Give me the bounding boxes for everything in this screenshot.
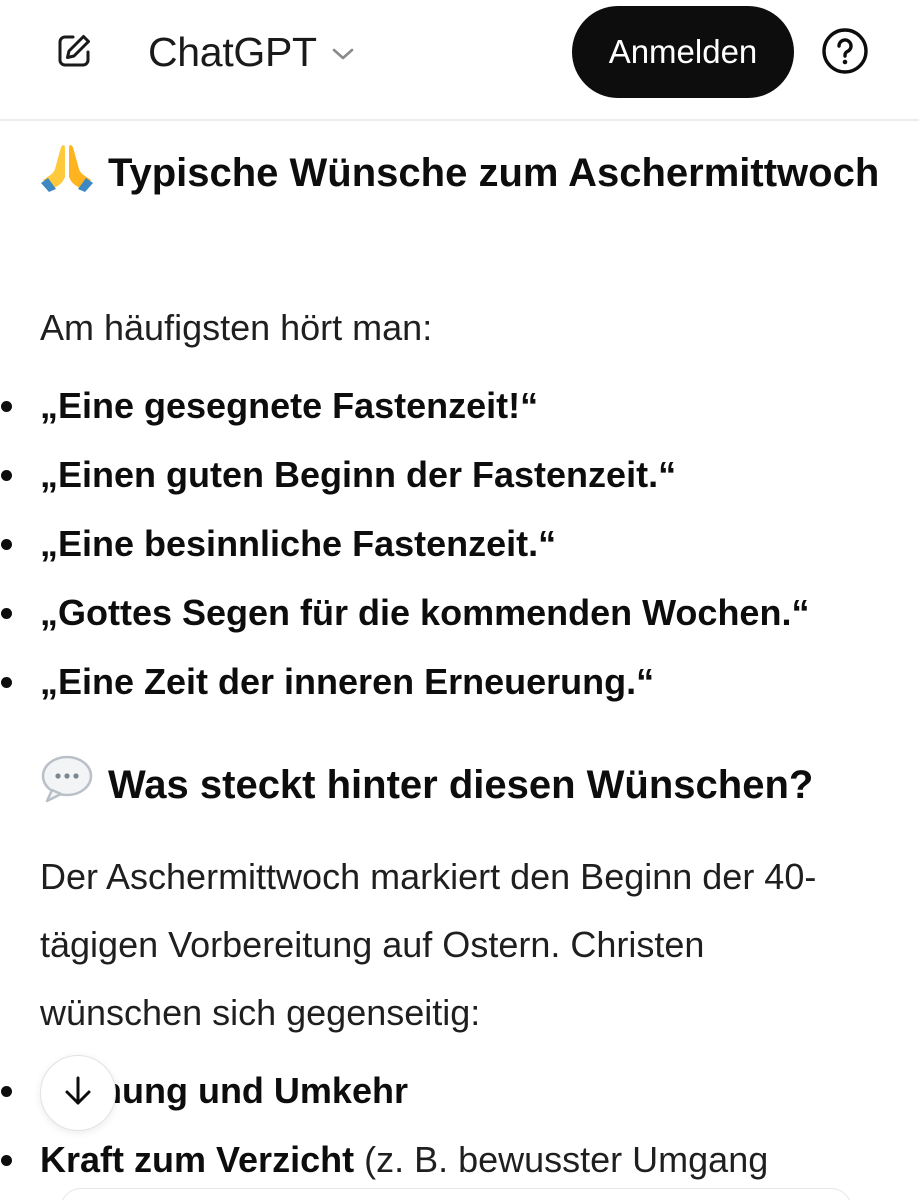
bullet: [1, 1155, 12, 1166]
list-item: „Einen guten Beginn der Fastenzeit.“: [0, 440, 809, 509]
wish-text: „Gottes Segen für die kommenden Wochen.“: [40, 592, 810, 633]
list-item: Kraft zum Verzicht (z. B. bewusster Umga…: [0, 1125, 768, 1194]
bullet: [1, 470, 12, 481]
praying-hands-icon: [40, 142, 94, 213]
composer-edge[interactable]: [60, 1188, 852, 1200]
list-item: „Eine besinnliche Fastenzeit.“: [0, 509, 809, 578]
chevron-down-icon: [331, 46, 355, 62]
new-chat-button[interactable]: [52, 31, 96, 75]
speech-bubble-icon: [40, 754, 94, 825]
new-chat-icon: [54, 31, 94, 76]
section-intro: Der Aschermittwoch markiert den Beginn d…: [40, 856, 817, 1033]
bullet: [1, 401, 12, 412]
meaning-list: innung und Umkehr Kraft zum Verzicht (z.…: [0, 1056, 768, 1194]
wish-text: „Eine besinnliche Fastenzeit.“: [40, 523, 557, 564]
help-icon: [821, 27, 869, 80]
section-intro: Am häufigsten hört man:: [40, 307, 433, 348]
bullet: [1, 1086, 12, 1097]
wish-text: „Eine gesegnete Fastenzeit!“: [40, 385, 539, 426]
model-name: ChatGPT: [148, 28, 317, 75]
conversation: Typische Wünsche zum Aschermittwoch Am h…: [0, 121, 919, 1200]
list-item: „Gottes Segen für die kommenden Wochen.“: [0, 578, 809, 647]
bullet: [1, 608, 12, 619]
model-selector[interactable]: ChatGPT: [148, 26, 355, 78]
wish-text: „Eine Zeit der inneren Erneuerung.“: [40, 661, 655, 702]
bullet: [1, 539, 12, 550]
section-heading: Was steckt hinter diesen Wünschen?: [40, 751, 910, 825]
item-bold: innung und Umkehr: [68, 1070, 408, 1111]
section-heading-text: Was steckt hinter diesen Wünschen?: [108, 763, 814, 807]
wishes-list: „Eine gesegnete Fastenzeit!“ „Einen gute…: [0, 371, 809, 716]
arrow-down-icon: [60, 1073, 96, 1114]
list-item: „Eine gesegnete Fastenzeit!“: [0, 371, 809, 440]
login-button[interactable]: Anmelden: [572, 6, 794, 98]
top-bar: ChatGPT Anmelden: [0, 0, 919, 121]
help-button[interactable]: [820, 27, 870, 80]
list-item: „Eine Zeit der inneren Erneuerung.“: [0, 647, 809, 716]
item-rest: (z. B. bewusster Umgang: [354, 1139, 769, 1180]
section-heading-text: Typische Wünsche zum Aschermittwoch: [108, 151, 880, 195]
item-bold: Kraft zum Verzicht: [40, 1139, 355, 1180]
wish-text: „Einen guten Beginn der Fastenzeit.“: [40, 454, 677, 495]
bullet: [1, 677, 12, 688]
section-heading: Typische Wünsche zum Aschermittwoch: [40, 139, 900, 213]
scroll-down-button[interactable]: [40, 1055, 116, 1131]
